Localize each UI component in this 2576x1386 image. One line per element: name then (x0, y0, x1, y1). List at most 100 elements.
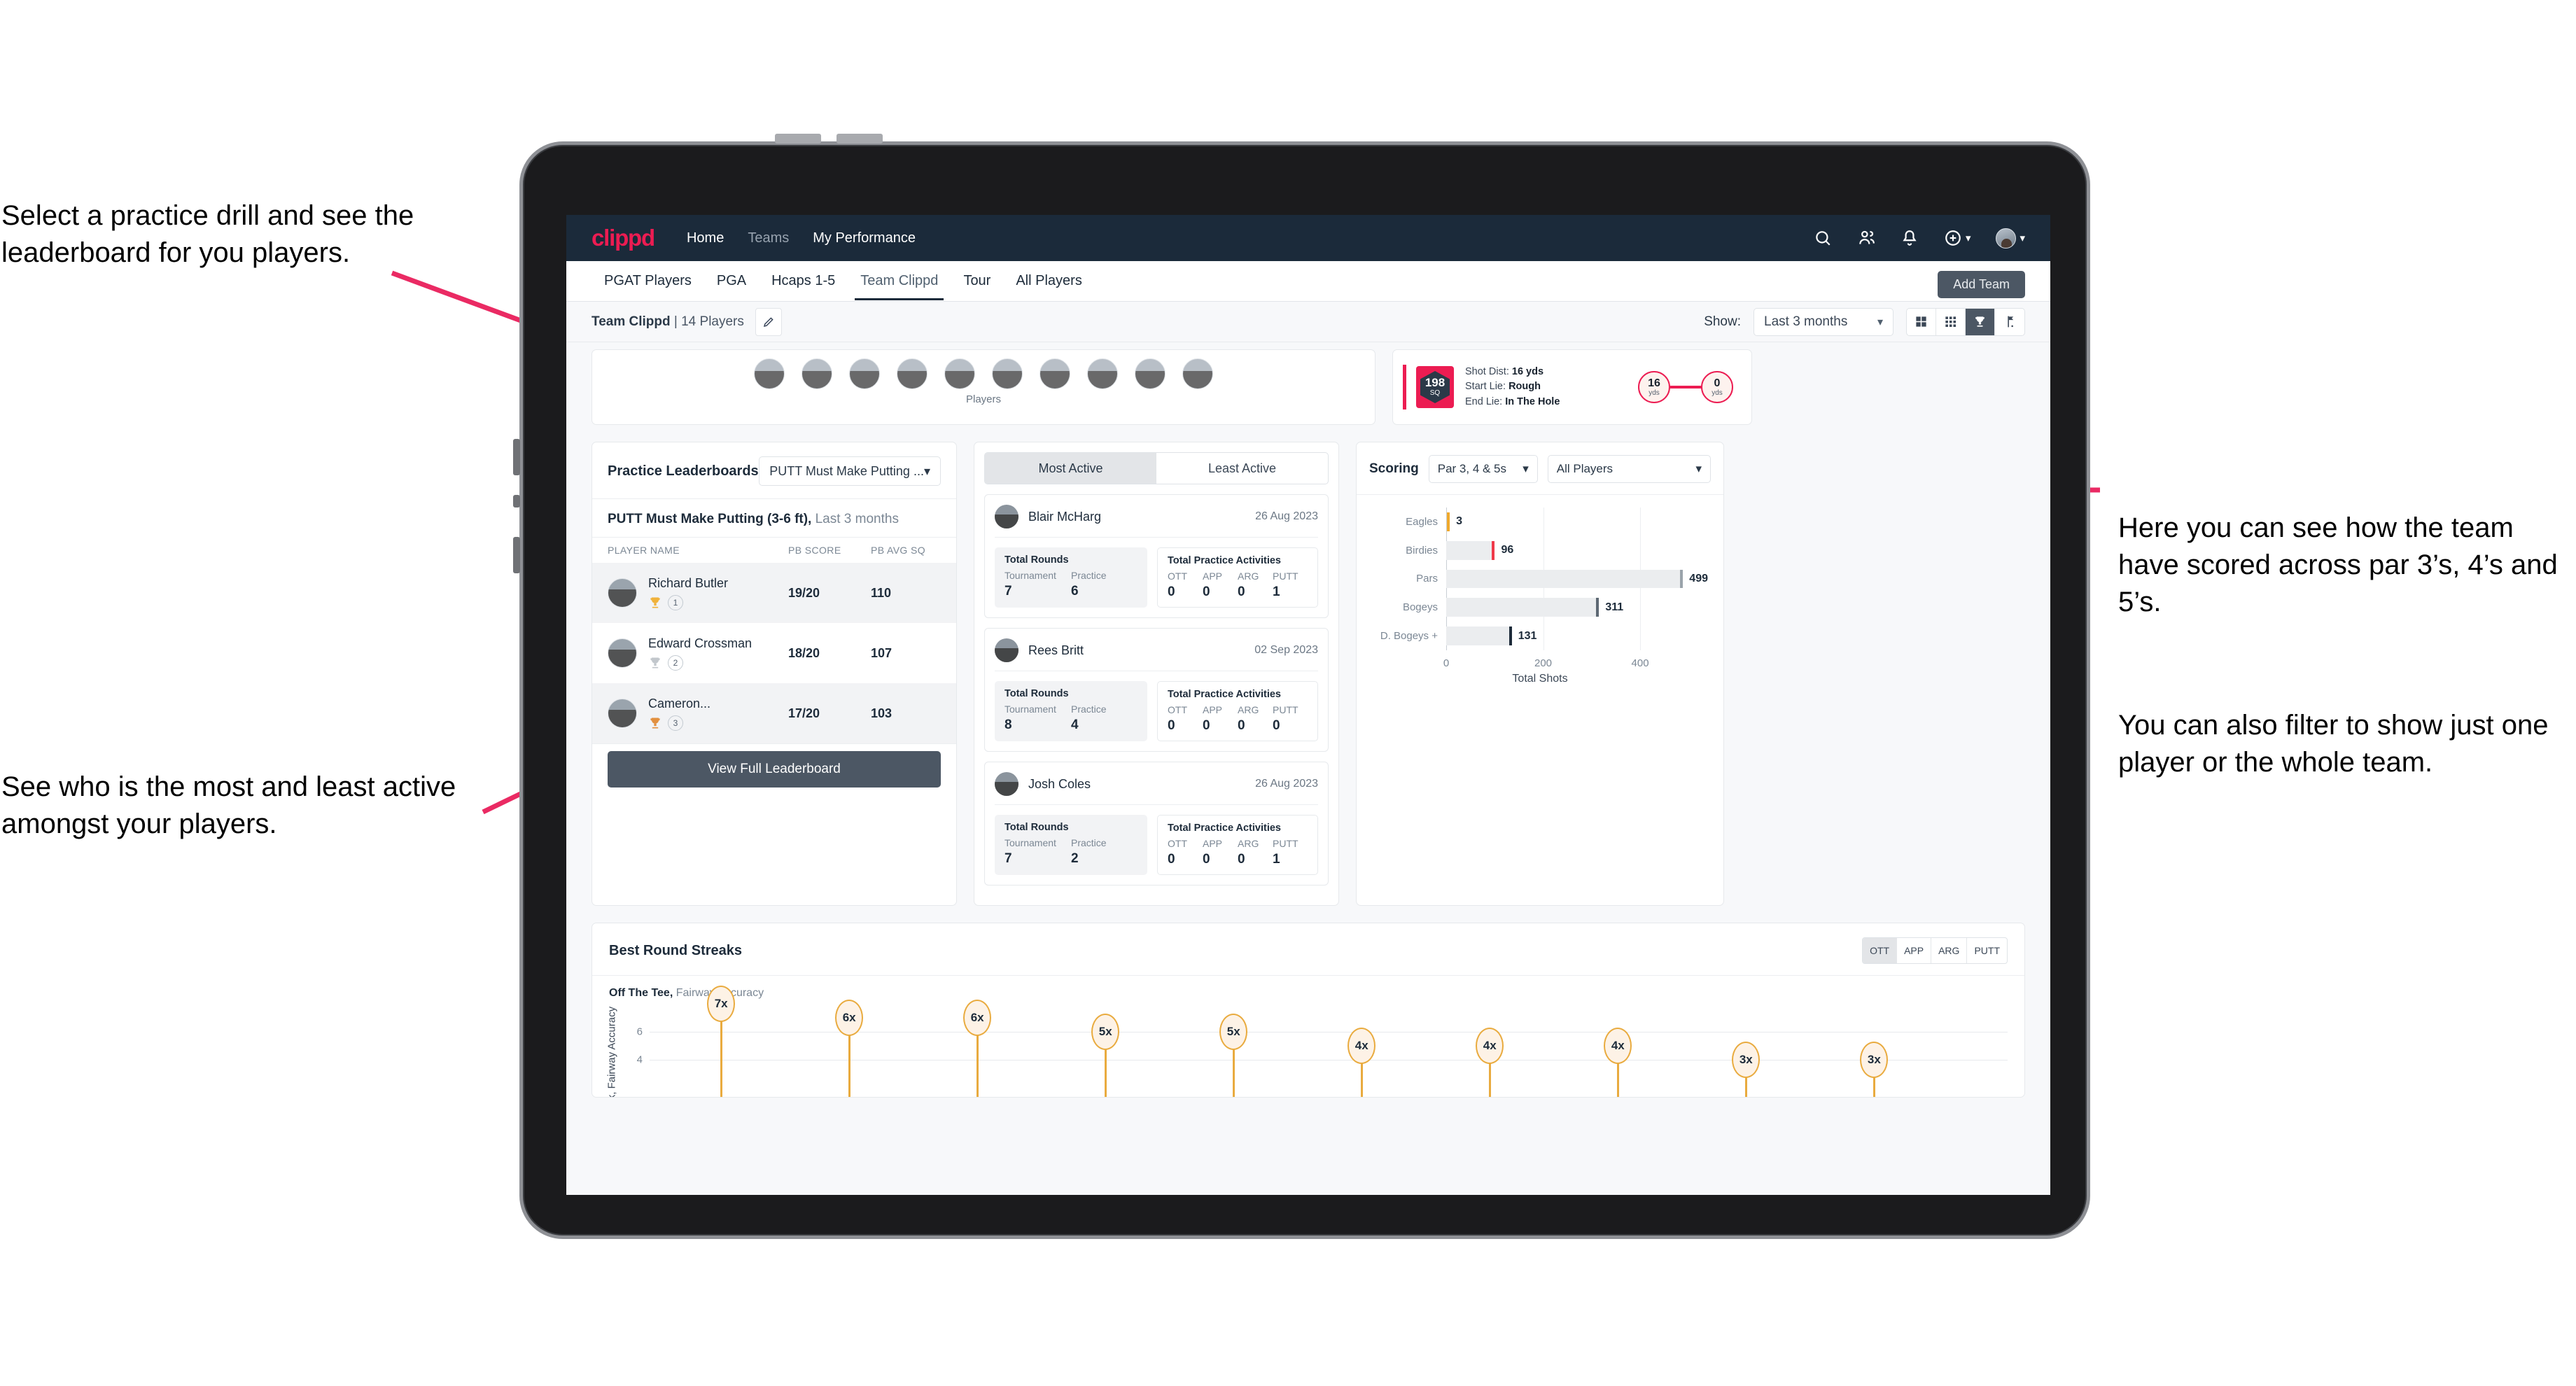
chart-lollipop: 4x (1476, 1028, 1504, 1097)
start-distance-circle: 16 yds (1638, 371, 1670, 403)
table-row[interactable]: Cameron... 3 17/20 103 (592, 683, 956, 743)
chevron-down-icon: ▾ (1877, 316, 1883, 328)
chart-lollipop: 3x (1860, 1042, 1889, 1097)
practice-value: 6 (1071, 584, 1079, 598)
column-player-name: PLAYER NAME (608, 545, 680, 556)
chart-bar-cap (1492, 540, 1495, 560)
ott-value: 0 (1168, 584, 1175, 599)
putt-value: 0 (1273, 718, 1280, 733)
streaks-tab-arg[interactable]: ARG (1931, 938, 1968, 963)
pb-score-value: 17/20 (788, 706, 820, 720)
add-team-button[interactable]: Add Team (1938, 271, 2025, 298)
player-avatar[interactable] (802, 358, 832, 389)
search-icon[interactable] (1814, 229, 1832, 247)
chart-lollipop-value: 5x (1219, 1014, 1248, 1050)
date-range-value: Last 3 months (1764, 314, 1848, 329)
shot-quality-badge: 198 SQ (1416, 366, 1454, 408)
chart-bar-row: Birdies 96 (1406, 536, 1708, 565)
player-avatar[interactable] (1040, 358, 1070, 389)
rank-number: 2 (668, 654, 683, 671)
people-icon[interactable] (1857, 229, 1875, 247)
nav-link-home[interactable]: Home (687, 230, 724, 246)
app-label: APP (1203, 570, 1223, 582)
drill-name: PUTT Must Make Putting (3-6 ft), (608, 512, 812, 526)
tab-all-players[interactable]: All Players (1003, 262, 1094, 300)
chevron-down-icon: ▾ (1522, 462, 1529, 475)
device-button-side-b (513, 495, 520, 507)
nav-link-my-performance[interactable]: My Performance (813, 230, 916, 246)
chart-lollipop-value: 3x (1860, 1042, 1889, 1078)
tab-tour[interactable]: Tour (951, 262, 1003, 300)
player-avatar[interactable] (944, 358, 975, 389)
avatar[interactable] (1996, 227, 2017, 248)
annotation-practice-drill: Select a practice drill and see the lead… (1, 200, 414, 268)
player-avatar[interactable] (1135, 358, 1166, 389)
edit-team-button[interactable] (755, 307, 782, 336)
streaks-tab-putt[interactable]: PUTT (1967, 938, 2007, 963)
total-rounds-box: Total Rounds Tournament 7 Practice 6 (995, 547, 1147, 608)
streaks-tab-app[interactable]: APP (1897, 938, 1932, 963)
tab-least-active[interactable]: Least Active (1156, 453, 1328, 484)
player-avatar[interactable] (1182, 358, 1213, 389)
column-pb-avg-sq: PB AVG SQ (871, 545, 926, 556)
notification-bell-icon[interactable] (1900, 229, 1919, 247)
putt-label: PUTT (1273, 704, 1298, 715)
player-avatar[interactable] (992, 358, 1023, 389)
annotation-most-least-active: See who is the most and least active amo… (1, 771, 456, 839)
last-activity-date: 26 Aug 2023 (1255, 778, 1318, 790)
arg-label: ARG (1238, 704, 1259, 715)
total-rounds-box: Total Rounds Tournament 7 Practice 2 (995, 815, 1147, 875)
tab-hcaps-1-5[interactable]: Hcaps 1-5 (759, 262, 848, 300)
nav-link-teams[interactable]: Teams (748, 230, 789, 246)
add-circle-icon[interactable] (1944, 229, 1962, 247)
shot-dist-label: Shot Dist: (1465, 366, 1509, 378)
flag-icon[interactable] (1995, 309, 2024, 335)
player-cell: Cameron... 3 (648, 696, 788, 731)
trophy-icon[interactable] (1966, 308, 1995, 335)
player-avatar[interactable] (849, 358, 880, 389)
distance-connector (1670, 386, 1701, 388)
shot-dist-value: 16 yds (1511, 366, 1544, 378)
player-filter-select[interactable]: All Players ▾ (1547, 455, 1711, 483)
table-row[interactable]: Edward Crossman 2 18/20 107 (592, 623, 956, 683)
chart-bar (1446, 598, 1600, 617)
arg-label: ARG (1238, 570, 1259, 582)
player-avatar[interactable] (1087, 358, 1118, 389)
grid-large-icon[interactable] (1907, 308, 1936, 335)
account-menu[interactable]: ▾ (1996, 227, 2025, 248)
par-filter-select[interactable]: Par 3, 4 & 5s ▾ (1428, 455, 1538, 483)
list-item[interactable]: Rees Britt 02 Sep 2023 Total Rounds Tour… (984, 628, 1329, 752)
activity-stats: Total Rounds Tournament 8 Practice 4 Total… (995, 681, 1318, 741)
drill-select[interactable]: PUTT Must Make Putting ... ▾ (759, 456, 941, 486)
tab-pgat-players[interactable]: PGAT Players (592, 262, 704, 300)
chart-lollipop: 3x (1732, 1042, 1760, 1097)
tab-pga[interactable]: PGA (704, 262, 759, 300)
player-cell: Richard Butler 1 (648, 576, 788, 610)
pb-score-value: 19/20 (788, 585, 820, 600)
chart-bar-row: Bogeys 311 (1403, 593, 1708, 622)
chart-lollipop: 4x (1604, 1028, 1632, 1097)
tab-team-clippd[interactable]: Team Clippd (848, 262, 951, 300)
hexagon-icon: 198 SQ (1420, 371, 1450, 403)
player-avatar[interactable] (754, 358, 785, 389)
streaks-title: Best Round Streaks (609, 942, 743, 958)
activity-player-header: Blair McHarg 26 Aug 2023 (995, 505, 1318, 538)
add-menu[interactable]: ▾ (1944, 229, 1970, 247)
date-range-select[interactable]: Last 3 months ▾ (1754, 307, 1893, 336)
list-item[interactable]: Blair McHarg 26 Aug 2023 Total Rounds To… (984, 494, 1329, 618)
tab-most-active[interactable]: Most Active (985, 453, 1156, 484)
player-name: Edward Crossman (648, 636, 752, 650)
streaks-tab-ott[interactable]: OTT (1863, 938, 1898, 963)
clippd-logo[interactable]: clippd (592, 225, 655, 251)
table-row[interactable]: Richard Butler 1 19/20 110 (592, 563, 956, 623)
grid-small-icon[interactable] (1936, 308, 1966, 335)
practice-label: Practice (1071, 837, 1107, 848)
tournament-label: Tournament (1004, 837, 1056, 848)
total-practice-activities-box: Total Practice Activities OTT 0 APP 0 ARG 0… (1157, 681, 1318, 741)
avatar (995, 772, 1018, 796)
shot-detail-row: Shot Dist: 16 yds (1465, 365, 1560, 379)
view-full-leaderboard-button[interactable]: View Full Leaderboard (608, 751, 941, 788)
y-axis-tick: Bogeys (1402, 601, 1438, 614)
list-item[interactable]: Josh Coles 26 Aug 2023 Total Rounds Tour… (984, 762, 1329, 886)
player-avatar[interactable] (897, 358, 927, 389)
